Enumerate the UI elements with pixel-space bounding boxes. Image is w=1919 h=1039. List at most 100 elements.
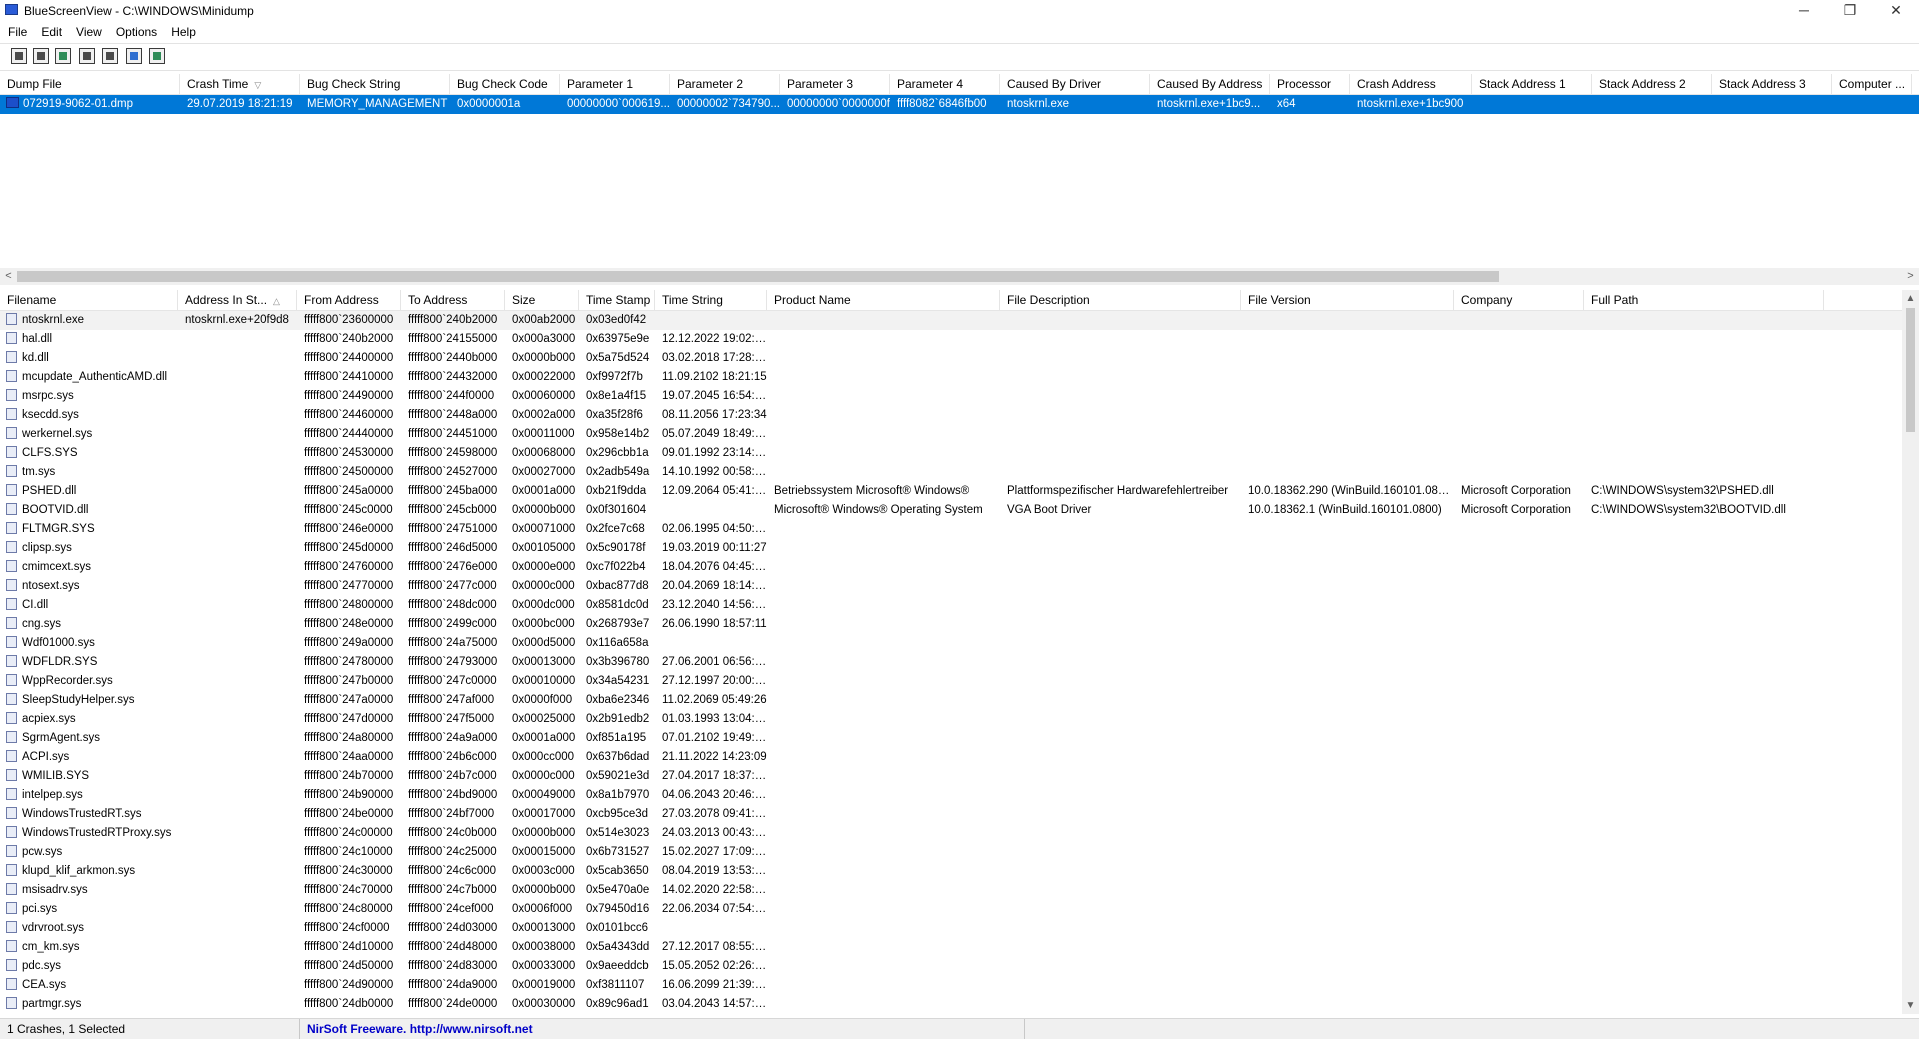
crash-list[interactable]: Dump File Crash Time ▽ Bug Check String Bug … — [0, 74, 1919, 268]
driver-cell-full-path — [1584, 463, 1824, 482]
driver-row[interactable]: SleepStudyHelper.sys fffff800`247a0000 fff… — [0, 691, 1902, 710]
driver-cell-address-in-st — [178, 710, 297, 729]
driver-row[interactable]: ntoskrnl.exe ntoskrnl.exe+20f9d8 fffff800`… — [0, 311, 1902, 330]
crash-col-parameter-4[interactable]: Parameter 4 — [890, 74, 1000, 94]
driver-row[interactable]: kd.dll fffff800`24400000 fffff800`2440b000… — [0, 349, 1902, 368]
crash-col-stack-address-1[interactable]: Stack Address 1 — [1472, 74, 1592, 94]
crash-col-crash-time[interactable]: Crash Time ▽ — [180, 74, 300, 94]
driver-list-vscrollbar[interactable]: ▲ ▼ — [1902, 290, 1919, 1014]
save-icon[interactable] — [33, 48, 49, 64]
driver-cell-file-description — [1000, 919, 1241, 938]
driver-row[interactable]: BOOTVID.dll fffff800`245c0000 fffff800`245… — [0, 501, 1902, 520]
driver-cell-file-version — [1241, 691, 1454, 710]
driver-row[interactable]: cm_km.sys fffff800`24d10000 fffff800`24d48… — [0, 938, 1902, 957]
scroll-up-icon[interactable]: ▲ — [1902, 290, 1919, 307]
driver-row[interactable]: cmimcext.sys fffff800`24760000 fffff800`24… — [0, 558, 1902, 577]
crash-col-dump-file[interactable]: Dump File — [0, 74, 180, 94]
driver-row[interactable]: PSHED.dll fffff800`245a0000 fffff800`245ba… — [0, 482, 1902, 501]
refresh-icon[interactable] — [55, 48, 71, 64]
driver-col-size[interactable]: Size — [505, 290, 579, 310]
crash-col-computer[interactable]: Computer ... — [1832, 74, 1912, 94]
driver-col-from-address[interactable]: From Address — [297, 290, 401, 310]
driver-row[interactable]: SgrmAgent.sys fffff800`24a80000 fffff800`2… — [0, 729, 1902, 748]
driver-row[interactable]: ntosext.sys fffff800`24770000 fffff800`247… — [0, 577, 1902, 596]
crash-col-bug-check-string[interactable]: Bug Check String — [300, 74, 450, 94]
driver-row[interactable]: partmgr.sys fffff800`24db0000 fffff800`24d… — [0, 995, 1902, 1014]
driver-cell-text: 0x5c90178f — [586, 542, 646, 554]
minimize-button[interactable]: ─ — [1781, 0, 1827, 22]
driver-row[interactable]: CLFS.SYS fffff800`24530000 fffff800`245980… — [0, 444, 1902, 463]
crash-list-hscrollbar[interactable]: < > — [0, 268, 1919, 285]
menu-options[interactable]: Options — [108, 22, 163, 39]
exit-icon[interactable] — [149, 48, 165, 64]
driver-col-company[interactable]: Company — [1454, 290, 1584, 310]
driver-cell-full-path — [1584, 995, 1824, 1014]
driver-row[interactable]: cng.sys fffff800`248e0000 fffff800`2499c00… — [0, 615, 1902, 634]
crash-col-processor[interactable]: Processor — [1270, 74, 1350, 94]
driver-col-product-name[interactable]: Product Name — [767, 290, 1000, 310]
driver-row[interactable]: WDFLDR.SYS fffff800`24780000 fffff800`2479… — [0, 653, 1902, 672]
find-icon[interactable] — [126, 48, 142, 64]
driver-cell-company — [1454, 520, 1584, 539]
crash-row[interactable]: 072919-9062-01.dmp 29.07.2019 18:21:19 MEM… — [0, 95, 1919, 114]
driver-col-file-description[interactable]: File Description — [1000, 290, 1241, 310]
scroll-right-icon[interactable]: > — [1902, 268, 1919, 285]
menu-view[interactable]: View — [68, 22, 108, 39]
crash-col-parameter-2[interactable]: Parameter 2 — [670, 74, 780, 94]
driver-row[interactable]: acpiex.sys fffff800`247d0000 fffff800`247f… — [0, 710, 1902, 729]
scroll-left-icon[interactable]: < — [0, 268, 17, 285]
driver-col-address-in-st[interactable]: Address In St... △ — [178, 290, 297, 310]
driver-row[interactable]: msisadrv.sys fffff800`24c70000 fffff800`24… — [0, 881, 1902, 900]
driver-col-time-string[interactable]: Time String — [655, 290, 767, 310]
driver-row[interactable]: WppRecorder.sys fffff800`247b0000 fffff800… — [0, 672, 1902, 691]
crash-col-stack-address-2[interactable]: Stack Address 2 — [1592, 74, 1712, 94]
crash-col-bug-check-code[interactable]: Bug Check Code — [450, 74, 560, 94]
driver-col-to-address[interactable]: To Address — [401, 290, 505, 310]
driver-row[interactable]: ACPI.sys fffff800`24aa0000 fffff800`24b6c0… — [0, 748, 1902, 767]
driver-row[interactable]: WindowsTrustedRTProxy.sys fffff800`24c000… — [0, 824, 1902, 843]
driver-list[interactable]: Filename Address In St... △ From Address To … — [0, 290, 1902, 1014]
menu-file[interactable]: File — [0, 22, 33, 39]
driver-row[interactable]: intelpep.sys fffff800`24b90000 fffff800`24… — [0, 786, 1902, 805]
driver-row[interactable]: WindowsTrustedRT.sys fffff800`24be0000 fff… — [0, 805, 1902, 824]
driver-row[interactable]: vdrvroot.sys fffff800`24cf0000 fffff800`24… — [0, 919, 1902, 938]
crash-col-stack-address-3[interactable]: Stack Address 3 — [1712, 74, 1832, 94]
crash-col-parameter-1[interactable]: Parameter 1 — [560, 74, 670, 94]
properties-icon[interactable] — [11, 48, 27, 64]
html-report-icon[interactable] — [102, 48, 118, 64]
driver-row[interactable]: hal.dll fffff800`240b2000 fffff800`2415500… — [0, 330, 1902, 349]
copy-icon[interactable] — [79, 48, 95, 64]
driver-row[interactable]: msrpc.sys fffff800`24490000 fffff800`244f0… — [0, 387, 1902, 406]
driver-row[interactable]: ksecdd.sys fffff800`24460000 fffff800`2448… — [0, 406, 1902, 425]
driver-row[interactable]: pdc.sys fffff800`24d50000 fffff800`24d8300… — [0, 957, 1902, 976]
driver-row[interactable]: werkernel.sys fffff800`24440000 fffff800`2… — [0, 425, 1902, 444]
driver-row[interactable]: CI.dll fffff800`24800000 fffff800`248dc000… — [0, 596, 1902, 615]
driver-row[interactable]: klupd_klif_arkmon.sys fffff800`24c30000 ff… — [0, 862, 1902, 881]
restore-button[interactable]: ❐ — [1827, 0, 1873, 22]
crash-col-crash-address[interactable]: Crash Address — [1350, 74, 1472, 94]
driver-row[interactable]: tm.sys fffff800`24500000 fffff800`24527000… — [0, 463, 1902, 482]
driver-col-time-stamp[interactable]: Time Stamp — [579, 290, 655, 310]
hscroll-thumb[interactable] — [17, 271, 1499, 282]
close-button[interactable]: ✕ — [1873, 0, 1919, 22]
driver-row[interactable]: pci.sys fffff800`24c80000 fffff800`24cef00… — [0, 900, 1902, 919]
driver-row[interactable]: FLTMGR.SYS fffff800`246e0000 fffff800`2475… — [0, 520, 1902, 539]
driver-col-filename[interactable]: Filename — [0, 290, 178, 310]
driver-col-full-path[interactable]: Full Path — [1584, 290, 1824, 310]
driver-row[interactable]: clipsp.sys fffff800`245d0000 fffff800`246d… — [0, 539, 1902, 558]
driver-row[interactable]: mcupdate_AuthenticAMD.dll fffff800`244100… — [0, 368, 1902, 387]
driver-row[interactable]: Wdf01000.sys fffff800`249a0000 fffff800`24… — [0, 634, 1902, 653]
driver-row[interactable]: pcw.sys fffff800`24c10000 fffff800`24c2500… — [0, 843, 1902, 862]
crash-col-caused-by-address[interactable]: Caused By Address — [1150, 74, 1270, 94]
crash-col-caused-by-driver[interactable]: Caused By Driver — [1000, 74, 1150, 94]
nirsoft-link[interactable]: NirSoft Freeware. http://www.nirsoft.net — [300, 1019, 1025, 1039]
driver-cell-product-name — [767, 786, 1000, 805]
crash-col-parameter-3[interactable]: Parameter 3 — [780, 74, 890, 94]
menu-help[interactable]: Help — [163, 22, 202, 39]
scroll-down-icon[interactable]: ▼ — [1902, 997, 1919, 1014]
driver-row[interactable]: WMILIB.SYS fffff800`24b70000 fffff800`24b7… — [0, 767, 1902, 786]
menu-edit[interactable]: Edit — [33, 22, 68, 39]
driver-row[interactable]: CEA.sys fffff800`24d90000 fffff800`24da900… — [0, 976, 1902, 995]
vscroll-thumb[interactable] — [1906, 308, 1915, 432]
driver-col-file-version[interactable]: File Version — [1241, 290, 1454, 310]
